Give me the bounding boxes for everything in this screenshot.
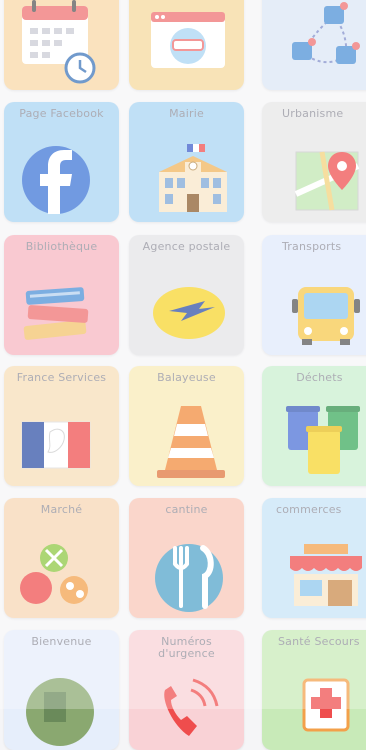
la-poste-icon [129, 235, 244, 355]
landscape-icon [4, 630, 119, 750]
marianne-icon [4, 366, 119, 486]
first-aid-icon [262, 630, 366, 750]
tile-calendar[interactable] [4, 0, 119, 90]
network-nodes-icon [262, 0, 366, 90]
tile-bienvenue[interactable]: Bienvenue [4, 630, 119, 750]
facebook-icon [4, 102, 119, 222]
map-pin-icon [262, 102, 366, 222]
tile-mairie[interactable]: Mairie [129, 102, 244, 222]
tile-marche[interactable]: Marché [4, 498, 119, 618]
tile-urbanisme[interactable]: Urbanisme [262, 102, 366, 222]
tile-transports[interactable]: Transports [262, 235, 366, 355]
traffic-cone-icon [129, 366, 244, 486]
town-hall-icon [129, 102, 244, 222]
tile-sante-secours[interactable]: Santé Secours [262, 630, 366, 750]
tile-agence-postale[interactable]: Agence postale [129, 235, 244, 355]
bus-icon [262, 235, 366, 355]
shop-icon [262, 498, 366, 618]
books-icon [4, 235, 119, 355]
fork-knife-icon [129, 498, 244, 618]
tile-browser[interactable] [129, 0, 244, 90]
calendar-clock-icon [4, 0, 119, 90]
tile-bibliotheque[interactable]: Bibliothèque [4, 235, 119, 355]
tile-dechets[interactable]: Déchets [262, 366, 366, 486]
tile-network[interactable] [262, 0, 366, 90]
tile-commerces[interactable]: commerces [262, 498, 366, 618]
tile-balayeuse[interactable]: Balayeuse [129, 366, 244, 486]
browser-window-icon [129, 0, 244, 90]
phone-icon [129, 630, 244, 750]
waste-bins-icon [262, 366, 366, 486]
tile-france-services[interactable]: France Services [4, 366, 119, 486]
tile-cantine[interactable]: cantine [129, 498, 244, 618]
tile-page-facebook[interactable]: Page Facebook [4, 102, 119, 222]
produce-icon [4, 498, 119, 618]
tile-numeros-urgence[interactable]: Numéros d'urgence [129, 630, 244, 750]
